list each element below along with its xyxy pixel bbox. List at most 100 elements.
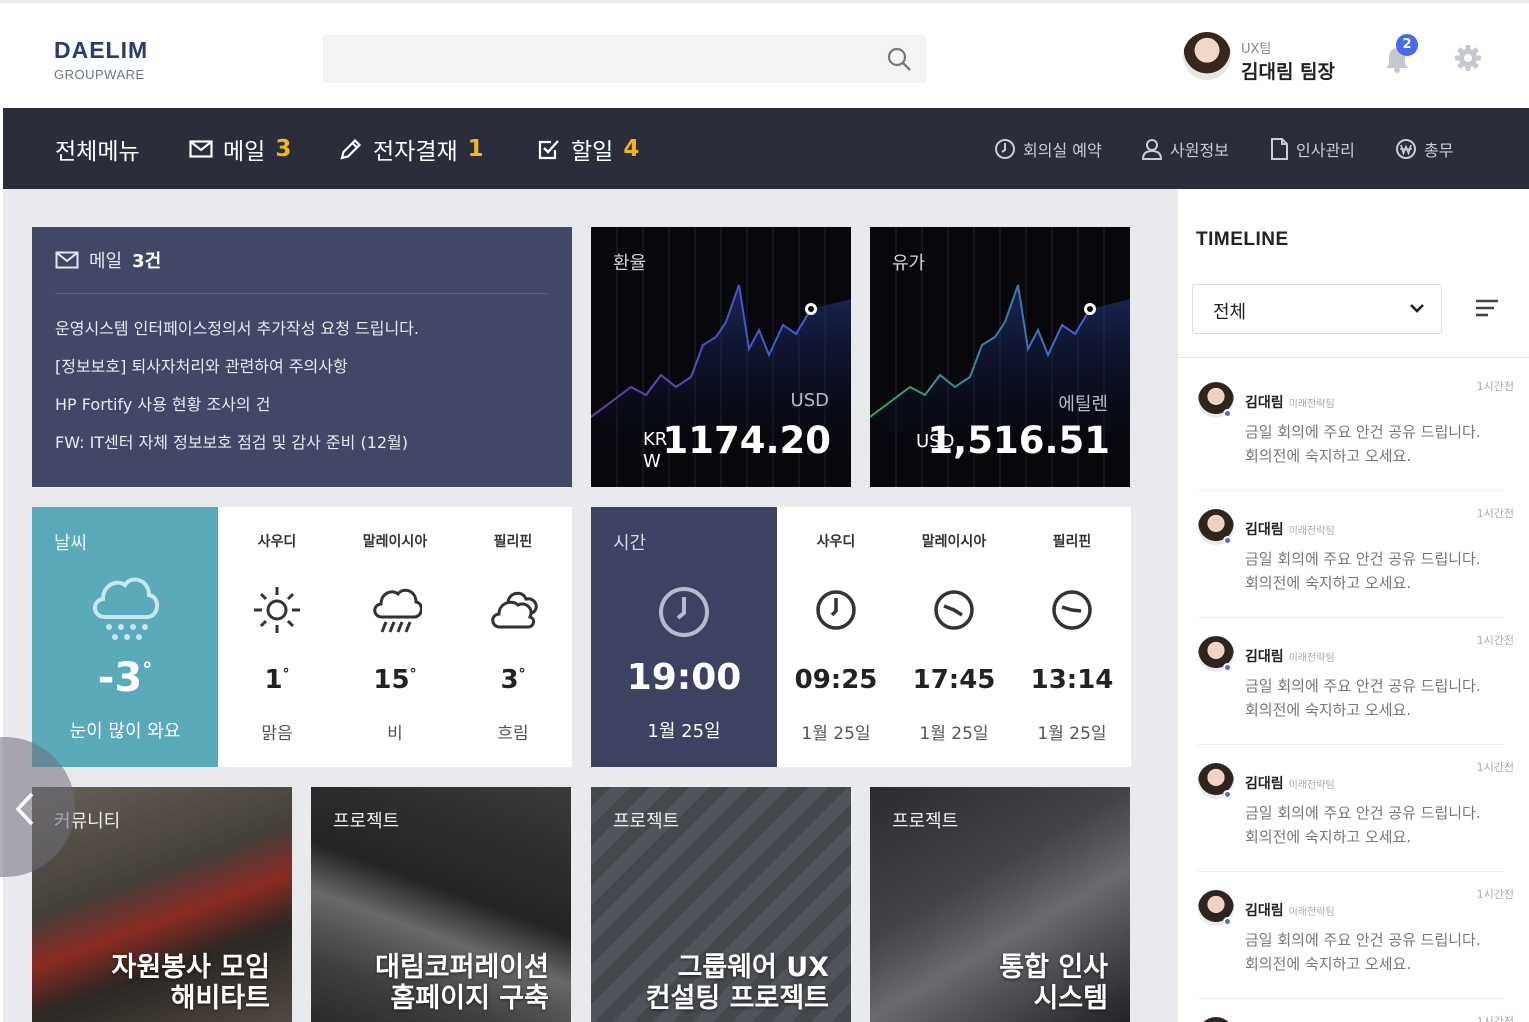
timeline-time: 1시간전 bbox=[1476, 888, 1514, 901]
nav-hr[interactable]: 인사관리 bbox=[1269, 108, 1355, 189]
weather-city-saudi[interactable]: 사우디 1° 맑음 bbox=[218, 507, 336, 767]
logo[interactable]: DAELIM GROUPWARE bbox=[54, 37, 148, 82]
author-name: 김대림 bbox=[1245, 395, 1284, 411]
timeline-filter-select[interactable]: 전체 bbox=[1192, 284, 1442, 334]
online-status-dot bbox=[1223, 917, 1232, 926]
nav-todo[interactable]: 할일 4 bbox=[537, 108, 639, 189]
search-bar[interactable] bbox=[323, 35, 926, 83]
city-temp: 3° bbox=[500, 665, 526, 695]
avatar[interactable] bbox=[1198, 1017, 1234, 1022]
city-name: 사우디 bbox=[816, 534, 856, 550]
nav-meeting-room[interactable]: 회의실 예약 bbox=[994, 108, 1102, 189]
tile-project-hr[interactable]: 프로젝트 통합 인사 시스템 bbox=[870, 787, 1130, 1022]
message-line: 금일 회의에 주요 안건 공유 드립니다. bbox=[1245, 931, 1481, 949]
timeline-author: 김대림 미래전략팀 bbox=[1245, 392, 1335, 412]
oil-unit: 에틸렌 bbox=[1058, 394, 1108, 415]
nav-mail-label: 메일 bbox=[223, 138, 266, 165]
message-line: 금일 회의에 주요 안건 공유 드립니다. bbox=[1245, 423, 1481, 441]
nav-todo-count: 4 bbox=[623, 135, 640, 162]
nav-general-affairs[interactable]: 총무 bbox=[1395, 108, 1453, 189]
divider bbox=[55, 293, 547, 294]
time-city-saudi[interactable]: 사우디 09:25 1월 25일 bbox=[777, 507, 895, 767]
city-name: 사우디 bbox=[257, 534, 297, 550]
time-city-philippines[interactable]: 필리핀 13:14 1월 25일 bbox=[1013, 507, 1131, 767]
user-team: UX팀 bbox=[1241, 42, 1272, 57]
time-value: 19:00 bbox=[626, 657, 742, 698]
tile-text: 대림코퍼레이션 홈페이지 구축 bbox=[375, 952, 549, 1014]
dashboard: 메일 3건 운영시스템 인터페이스정의서 추가작성 요청 드립니다. [정보보호… bbox=[3, 189, 1177, 1022]
nav-approval-label: 전자결재 bbox=[373, 138, 458, 165]
snow-cloud-icon bbox=[93, 577, 159, 640]
timeline-item[interactable]: 김대림 미래전략팀 1시간전 금일 회의에 주요 안건 공유 드립니다. 회의전에 … bbox=[1178, 491, 1529, 618]
oil-price-card[interactable]: 유가 에틸렌 USD 1,516.51 bbox=[870, 227, 1130, 487]
mail-card[interactable]: 메일 3건 운영시스템 인터페이스정의서 추가작성 요청 드립니다. [정보보호… bbox=[32, 227, 572, 487]
tile-label: 프로젝트 bbox=[613, 811, 680, 832]
timeline-message: 금일 회의에 주요 안건 공유 드립니다. 회의전에 숙지하고 오세요. bbox=[1245, 420, 1481, 468]
document-icon bbox=[1271, 137, 1288, 160]
mail-item[interactable]: HP Fortify 사용 현황 조사의 건 bbox=[55, 391, 419, 429]
author-dept: 미래전략팀 bbox=[1288, 526, 1335, 537]
mail-item[interactable]: 운영시스템 인터페이스정의서 추가작성 요청 드립니다. bbox=[55, 315, 419, 353]
weather-city-philippines[interactable]: 필리핀 3° 흐림 bbox=[454, 507, 572, 767]
nav-mail-count: 3 bbox=[275, 135, 292, 162]
checkbox-icon bbox=[538, 139, 559, 159]
timeline-item[interactable]: 김대림 미래전략팀 1시간전 금일 회의에 주요 안건 공유 드립니다. 회의전에 … bbox=[1178, 618, 1529, 745]
nav-todo-label: 할일 bbox=[571, 138, 614, 165]
sun-icon bbox=[254, 587, 300, 633]
sort-icon[interactable] bbox=[1476, 298, 1498, 318]
mail-item[interactable]: FW: IT센터 자체 정보보호 점검 및 감사 준비 (12월) bbox=[55, 429, 419, 467]
timeline-filter-value: 전체 bbox=[1213, 302, 1247, 323]
nav-employee-info[interactable]: 사원정보 bbox=[1141, 108, 1229, 189]
gear-icon[interactable] bbox=[1453, 43, 1483, 73]
author-dept: 미래전략팀 bbox=[1288, 653, 1335, 664]
city-date: 1월 25일 bbox=[919, 724, 989, 744]
logo-subtitle: GROUPWARE bbox=[54, 67, 145, 82]
tile-project-homepage[interactable]: 프로젝트 대림코퍼레이션 홈페이지 구축 bbox=[311, 787, 571, 1022]
message-line: 금일 회의에 주요 안건 공유 드립니다. bbox=[1245, 677, 1481, 695]
city-temp: 15° bbox=[373, 665, 417, 695]
time-card[interactable]: 시간 19:00 1월 25일 bbox=[591, 507, 777, 767]
timeline-time: 1시간전 bbox=[1476, 761, 1514, 774]
weather-temp: -3° bbox=[97, 655, 153, 701]
timeline-item[interactable]: 김대림 미래전략팀 1시간전 금일 회의에 주요 안건 공유 드립니다. 회의전에 … bbox=[1178, 364, 1529, 491]
timeline-time: 1시간전 bbox=[1476, 380, 1514, 393]
message-line: 회의전에 숙지하고 오세요. bbox=[1245, 447, 1412, 465]
main-nav: 전체메뉴 메일 3 전자결재 1 할일 4 회의실 예약 사원정보 인사관리 총… bbox=[3, 108, 1529, 189]
weather-title: 날씨 bbox=[54, 533, 88, 554]
avatar[interactable] bbox=[1183, 32, 1231, 80]
nav-mail[interactable]: 메일 3 bbox=[189, 108, 291, 189]
oil-value: 1,516.51 bbox=[927, 419, 1110, 462]
city-time: 09:25 bbox=[794, 665, 878, 695]
tile-line: 대림코퍼레이션 bbox=[375, 952, 549, 983]
tile-project-ux[interactable]: 프로젝트 그룹웨어 UX 컨설팅 프로젝트 bbox=[591, 787, 851, 1022]
weather-card[interactable]: 날씨 -3° 눈이 많이 와요 bbox=[32, 507, 218, 767]
header: DAELIM GROUPWARE UX팀 김대림 팀장 2 bbox=[0, 0, 1529, 108]
nav-all-menu[interactable]: 전체메뉴 bbox=[55, 108, 140, 189]
mail-icon bbox=[189, 139, 213, 158]
notification-badge[interactable]: 2 bbox=[1396, 34, 1418, 56]
oil-title: 유가 bbox=[892, 253, 926, 274]
time-city-malaysia[interactable]: 말레이시아 17:45 1월 25일 bbox=[895, 507, 1013, 767]
city-name: 말레이시아 bbox=[921, 534, 987, 550]
online-status-dot bbox=[1223, 409, 1232, 418]
pencil-icon bbox=[340, 138, 362, 160]
tile-text: 그룹웨어 UX 컨설팅 프로젝트 bbox=[646, 952, 829, 1014]
nav-approval-count: 1 bbox=[467, 135, 484, 162]
weather-city-malaysia[interactable]: 말레이시아 15° 비 bbox=[336, 507, 454, 767]
timeline-item[interactable]: 1시간전 bbox=[1178, 999, 1529, 1022]
nav-approval[interactable]: 전자결재 1 bbox=[339, 108, 484, 189]
timeline-item[interactable]: 김대림 미래전략팀 1시간전 금일 회의에 주요 안건 공유 드립니다. 회의전에 … bbox=[1178, 872, 1529, 999]
mail-item[interactable]: [정보보호] 퇴사자처리와 관련하여 주의사항 bbox=[55, 353, 419, 391]
search-icon[interactable] bbox=[886, 46, 912, 72]
timeline-item[interactable]: 김대림 미래전략팀 1시간전 금일 회의에 주요 안건 공유 드립니다. 회의전에 … bbox=[1178, 745, 1529, 872]
timeline-time: 1시간전 bbox=[1476, 1015, 1514, 1022]
exchange-rate-card[interactable]: 환율 USD KRW 1174.20 bbox=[591, 227, 851, 487]
city-temp-value: 1 bbox=[264, 665, 283, 695]
nav-meeting-room-label: 회의실 예약 bbox=[1023, 140, 1102, 160]
timeline-message: 금일 회의에 주요 안건 공유 드립니다. 회의전에 숙지하고 오세요. bbox=[1245, 801, 1481, 849]
tile-label: 프로젝트 bbox=[892, 811, 959, 832]
city-time: 17:45 bbox=[912, 665, 996, 695]
city-name: 필리핀 bbox=[1052, 534, 1092, 550]
city-date: 1월 25일 bbox=[801, 724, 871, 744]
exchange-unit: USD bbox=[790, 390, 829, 411]
